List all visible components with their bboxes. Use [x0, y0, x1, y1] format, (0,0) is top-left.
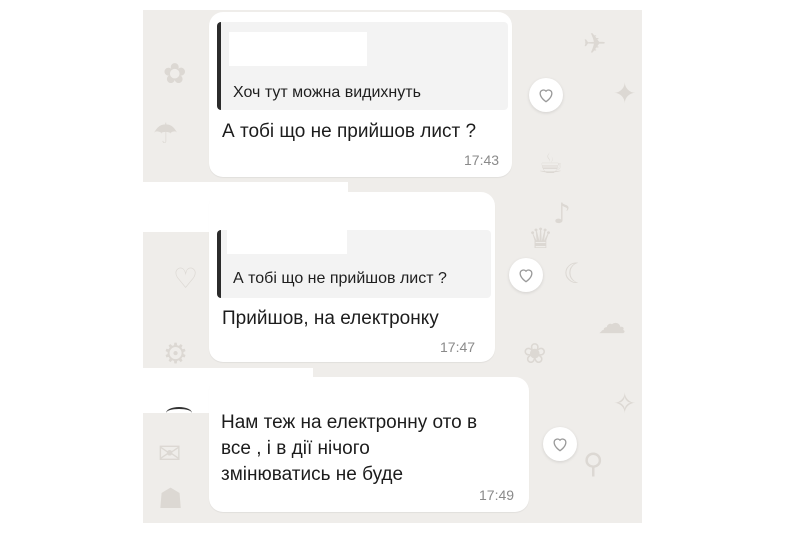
message-text-line: все , і в дії нічого [221, 438, 370, 459]
heart-outline-icon [519, 269, 533, 283]
redacted-sender-name [227, 230, 347, 254]
moon-doodle-icon: ☾ [563, 257, 589, 290]
bicycle-doodle-icon: ⚲ [583, 447, 604, 480]
reaction-button[interactable] [543, 427, 577, 461]
message-text-line: Нам теж на електронну ото в [221, 412, 478, 433]
message-bubble[interactable]: Хоч тут можна видихнуть А тобі що не при… [209, 12, 512, 177]
message-time: 17:43 [464, 152, 500, 168]
redacted-sender-name [229, 32, 367, 66]
quoted-text: Хоч тут можна видихнуть [233, 84, 421, 101]
star-doodle-icon: ✦ [613, 77, 637, 110]
redacted-sender-name [209, 192, 339, 232]
burger-doodle-icon: ☗ [158, 482, 184, 515]
heart-outline-icon [539, 89, 553, 103]
message-text: А тобі що не прийшов лист ? [222, 121, 477, 142]
heart-outline-icon [553, 438, 567, 452]
rocket-doodle-icon: ✈ [583, 27, 607, 60]
message-text: Прийшов, на електронку [222, 308, 439, 329]
umbrella-doodle-icon: ☂ [153, 117, 179, 150]
quoted-reply[interactable]: А тобі що не прийшов лист ? [217, 230, 491, 298]
music-doodle-icon: ♪ [553, 197, 571, 230]
message-time: 17:47 [440, 339, 476, 355]
flower-doodle-icon: ❀ [523, 337, 547, 370]
message-text-line: змінюватись не буде [221, 464, 404, 485]
envelope-doodle-icon: ✉ [158, 437, 182, 470]
message-bubble[interactable]: Нам теж на електронну ото в все , і в ді… [209, 377, 529, 512]
message-time: 17:49 [479, 487, 515, 503]
message-bubble[interactable]: А тобі що не прийшов лист ? Прийшов, на … [209, 192, 495, 362]
palm-doodle-icon: ✿ [163, 57, 187, 90]
quoted-reply[interactable]: Хоч тут можна видихнуть [217, 22, 508, 110]
cloud-doodle-icon: ☁ [598, 307, 626, 340]
reaction-button[interactable] [509, 258, 543, 292]
trophy-doodle-icon: ♛ [528, 222, 554, 255]
sparkle-doodle-icon: ✧ [613, 387, 637, 420]
heart-doodle-icon: ♡ [173, 262, 199, 295]
avatar [166, 407, 192, 419]
cup-doodle-icon: ☕ [538, 147, 564, 180]
quoted-text: А тобі що не прийшов лист ? [233, 270, 447, 287]
car-doodle-icon: ⚙ [163, 337, 189, 370]
reaction-button[interactable] [529, 78, 563, 112]
